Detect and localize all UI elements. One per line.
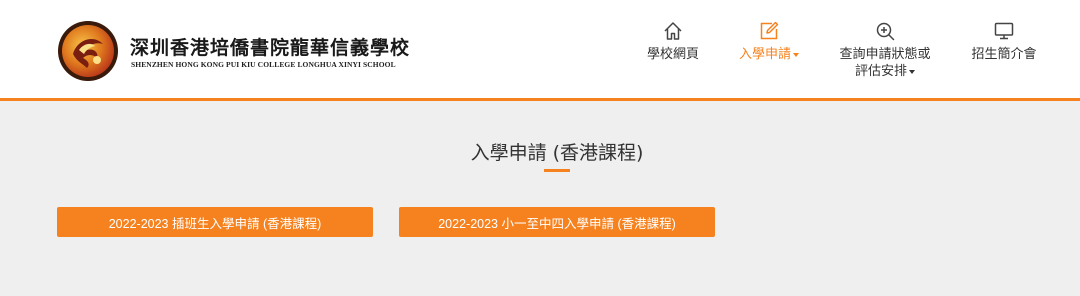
home-icon: [664, 22, 682, 40]
nav-school-website-label: 學校網頁: [646, 47, 699, 62]
nav-application-status-line2: 評估安排: [854, 64, 907, 79]
nav-application-status[interactable]: 查詢申請狀態或 評估安排: [834, 20, 936, 80]
title-underline: [544, 169, 570, 172]
edit-icon: [760, 21, 779, 40]
nav-admission-apply-label: 入學申請: [738, 47, 791, 62]
transfer-student-application-button[interactable]: 2022-2023 插班生入學申請 (香港課程): [57, 207, 373, 237]
chevron-down-icon: [793, 52, 799, 57]
nav-admission-apply[interactable]: 入學申請: [733, 20, 805, 63]
nav-application-status-line1: 查詢申請狀態或: [839, 47, 931, 62]
chevron-down-icon: [909, 69, 915, 74]
school-name-cn: 深圳香港培僑書院龍華信義學校: [130, 37, 411, 59]
school-name-en: SHENZHEN HONG KONG PUI KIU COLLEGE LONGH…: [131, 60, 396, 69]
page-title: 入學申請 (香港課程): [470, 142, 644, 164]
monitor-icon: [994, 22, 1014, 40]
nav-admission-briefing[interactable]: 招生簡介會: [966, 20, 1042, 63]
nav-admission-briefing-label: 招生簡介會: [971, 47, 1037, 62]
nav-school-website[interactable]: 學校網頁: [643, 20, 703, 63]
p1-to-s4-application-button[interactable]: 2022-2023 小一至中四入學申請 (香港課程): [399, 207, 715, 237]
site-header: 深圳香港培僑書院龍華信義學校 SHENZHEN HONG KONG PUI KI…: [0, 0, 1080, 101]
zoom-in-icon: [876, 22, 895, 41]
school-logo-icon[interactable]: [57, 20, 119, 82]
